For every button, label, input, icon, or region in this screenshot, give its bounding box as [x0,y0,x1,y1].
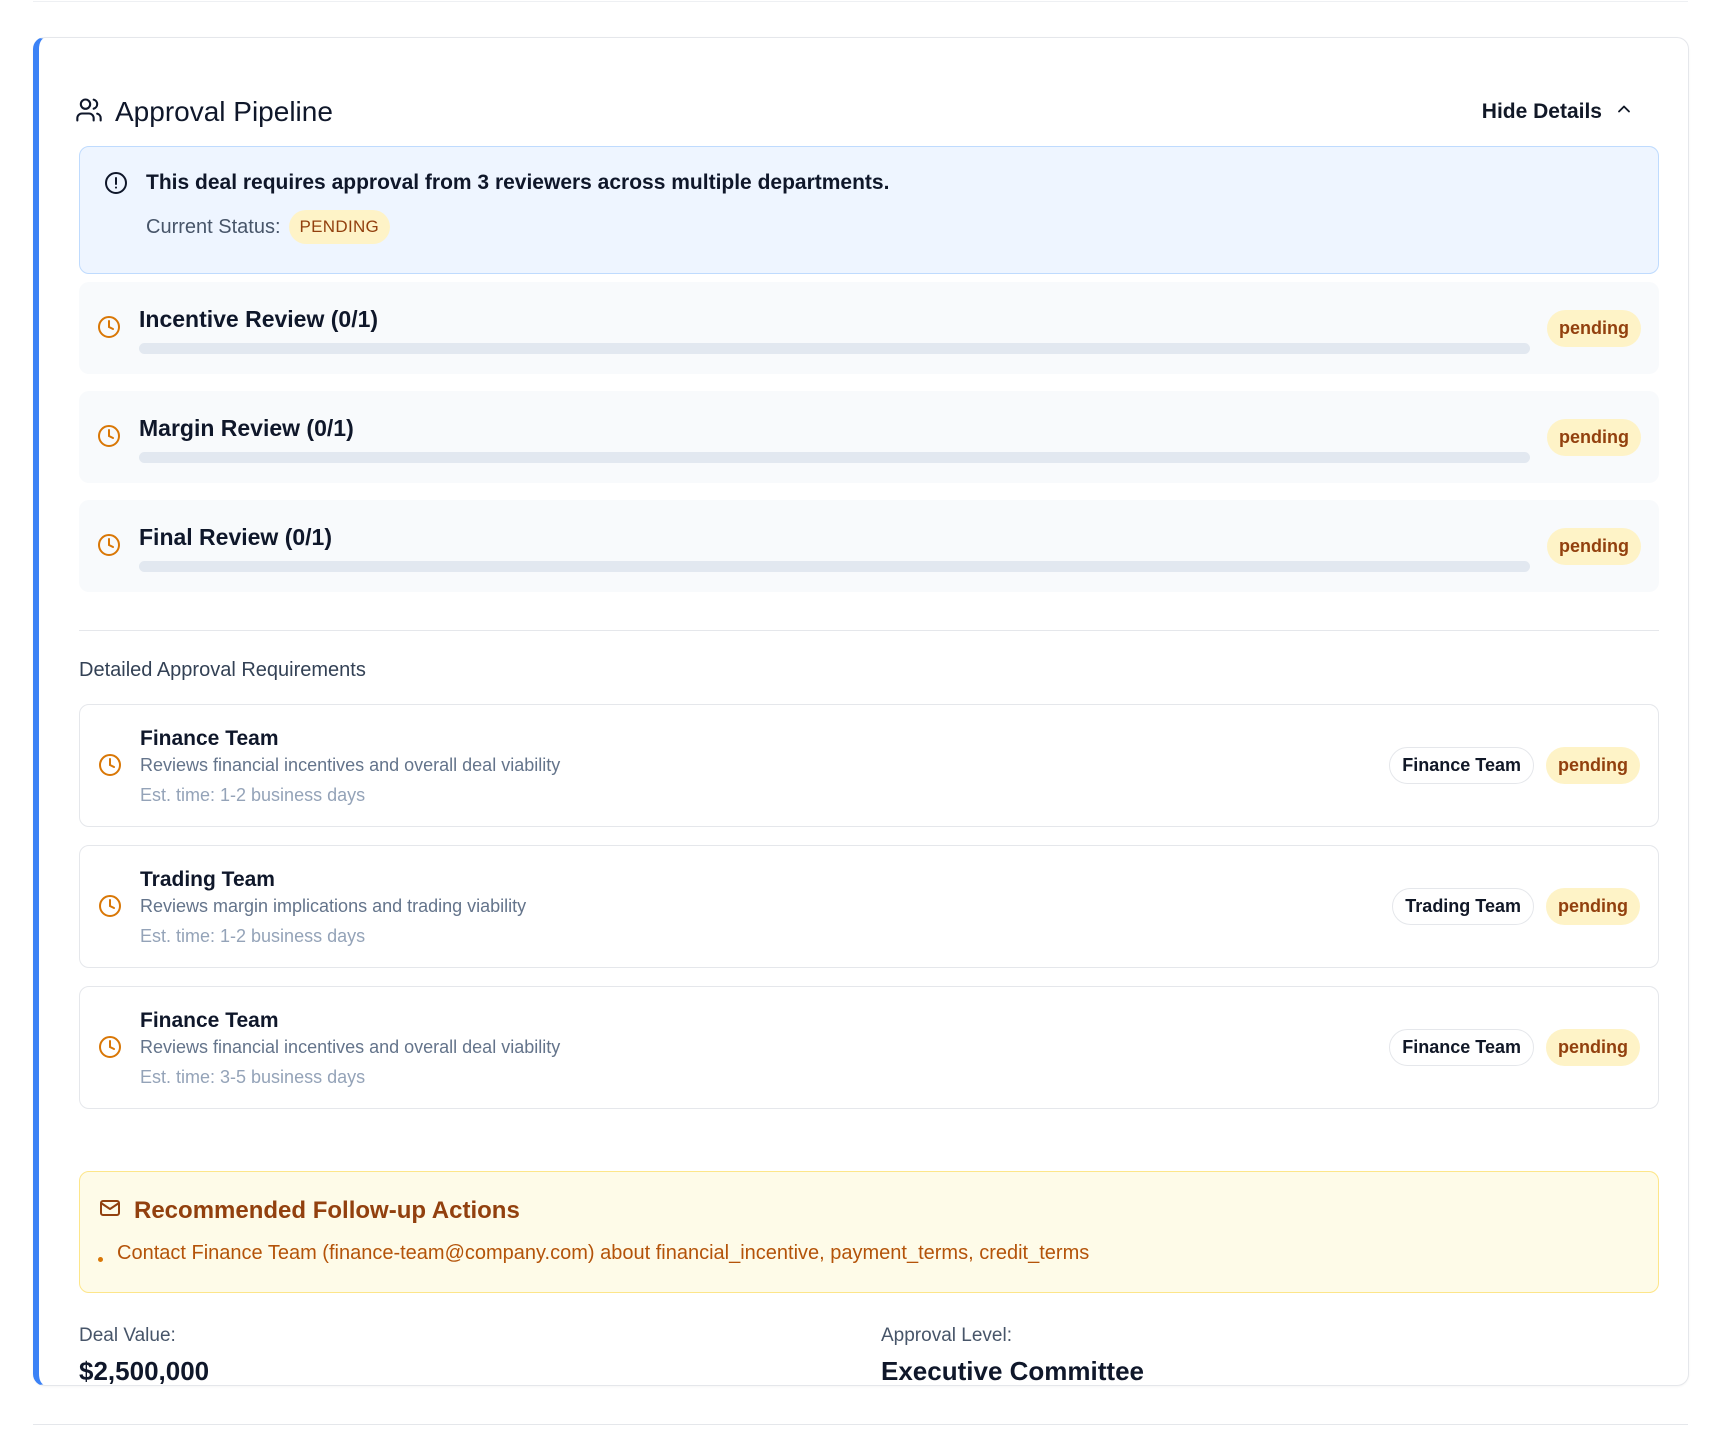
clock-icon [97,315,121,344]
alert-message: This deal requires approval from 3 revie… [146,171,890,194]
bullet-dot [98,1257,103,1262]
requirement-name: Finance Team [140,1009,279,1032]
previous-card-edge [33,0,1688,2]
stage-progress-bar [139,561,1530,572]
users-icon [75,96,103,129]
current-status-label: Current Status: [146,215,281,238]
stage-progress-bar [139,452,1530,463]
clock-icon [98,753,122,782]
page-title: Approval Pipeline [115,96,333,127]
status-badge: pending [1547,528,1641,565]
requirement-item: Finance Team Reviews financial incentive… [79,986,1659,1109]
alert-circle-icon [104,171,128,200]
status-badge: pending [1547,419,1641,456]
clock-icon [97,533,121,562]
approval-level: Executive Committee [881,1356,1144,1386]
hide-details-label: Hide Details [1481,100,1602,123]
stage-title: Final Review (0/1) [139,524,333,550]
bottom-divider [33,1424,1688,1425]
stage-final-review: Final Review (0/1) pending [79,500,1659,592]
requirement-name: Finance Team [140,727,279,750]
team-badge: Finance Team [1389,747,1534,784]
team-badge: Finance Team [1389,1029,1534,1066]
hide-details-button[interactable]: Hide Details [1468,93,1648,131]
stage-title: Incentive Review (0/1) [139,306,379,332]
team-badge: Trading Team [1392,888,1534,925]
stage-title: Margin Review (0/1) [139,415,354,441]
requirement-time: Est. time: 1-2 business days [140,785,366,805]
approval-pipeline-card: Approval Pipeline Hide Details This deal… [33,37,1689,1386]
stage-progress-bar [139,343,1530,354]
requirement-name: Trading Team [140,868,275,891]
followup-item-text: Contact Finance Team (finance-team@compa… [117,1242,1090,1264]
status-badge: PENDING [288,210,391,244]
status-badge: pending [1546,747,1640,784]
clock-icon [97,424,121,453]
stage-incentive-review: Incentive Review (0/1) pending [79,282,1659,374]
chevron-up-icon [1614,99,1634,125]
status-badge: pending [1547,310,1641,347]
deal-value-label: Deal Value: [79,1325,176,1346]
status-badge: pending [1546,888,1640,925]
card-header: Approval Pipeline Hide Details [75,86,1648,138]
requirement-description: Reviews financial incentives and overall… [140,1037,561,1057]
section-divider [79,630,1659,631]
requirement-description: Reviews margin implications and trading … [140,896,527,916]
clock-icon [98,894,122,923]
deal-value: $2,500,000 [79,1356,210,1386]
mail-icon [98,1196,122,1225]
requirement-item: Finance Team Reviews financial incentive… [79,704,1659,827]
requirement-description: Reviews financial incentives and overall… [140,755,561,775]
stage-margin-review: Margin Review (0/1) pending [79,391,1659,483]
followup-item: Contact Finance Team (finance-team@compa… [98,1242,1089,1265]
approval-level-label: Approval Level: [881,1325,1012,1346]
requirement-item: Trading Team Reviews margin implications… [79,845,1659,968]
status-badge: pending [1546,1029,1640,1066]
current-status: Current Status: PENDING [146,210,391,244]
followup-actions-panel: Recommended Follow-up Actions Contact Fi… [79,1171,1659,1293]
clock-icon [98,1035,122,1064]
followup-title: Recommended Follow-up Actions [134,1196,520,1224]
requirement-time: Est. time: 1-2 business days [140,926,366,946]
requirement-time: Est. time: 3-5 business days [140,1067,366,1087]
requirements-section-title: Detailed Approval Requirements [79,659,366,681]
approval-info-alert: This deal requires approval from 3 revie… [79,146,1659,274]
